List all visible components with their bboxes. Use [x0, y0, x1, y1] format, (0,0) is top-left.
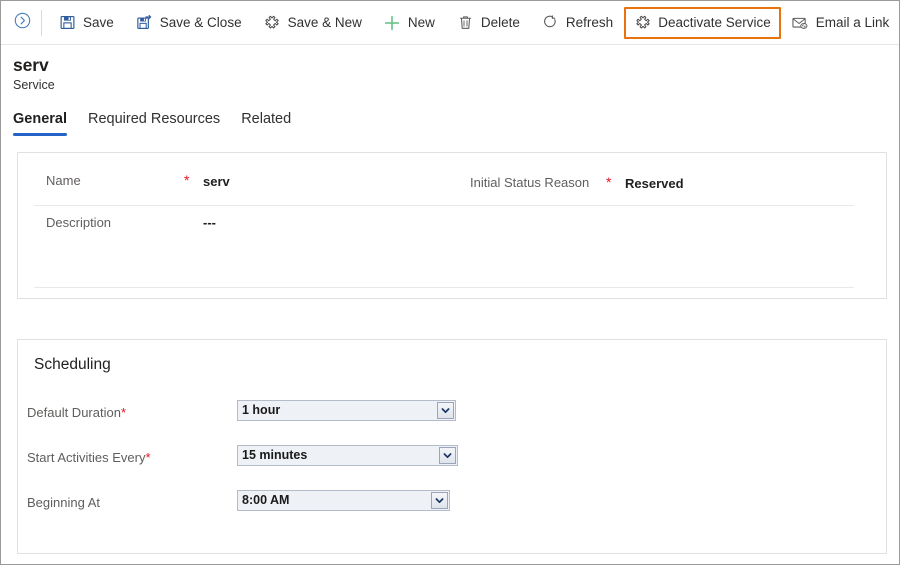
- name-field-value[interactable]: serv: [203, 174, 230, 189]
- trash-icon: [457, 14, 474, 31]
- default-duration-label: Default Duration*: [27, 405, 126, 420]
- record-header: serv Service: [13, 55, 55, 94]
- refresh-button[interactable]: Refresh: [531, 7, 624, 39]
- tab-required-resources[interactable]: Required Resources: [88, 111, 220, 136]
- default-duration-value: 1 hour: [242, 403, 281, 417]
- save-and-close-icon: [136, 14, 153, 31]
- email-a-link-button[interactable]: Email a Link: [781, 7, 899, 39]
- new-button-label: New: [407, 15, 435, 30]
- save-button[interactable]: Save: [48, 7, 125, 39]
- save-and-new-label: Save & New: [287, 15, 362, 30]
- field-section-bottom-divider: [34, 287, 854, 288]
- chevron-down-icon[interactable]: [431, 492, 448, 509]
- beginning-at-label: Beginning At: [27, 495, 100, 510]
- plus-icon: [384, 14, 401, 31]
- name-field-label: Name: [46, 173, 81, 188]
- delete-button-label: Delete: [480, 15, 520, 30]
- tab-general-label: General: [13, 111, 67, 127]
- description-field-value[interactable]: ---: [203, 215, 216, 230]
- deactivate-service-button[interactable]: Deactivate Service: [624, 6, 781, 39]
- beginning-at-select[interactable]: 8:00 AM: [237, 490, 450, 511]
- start-activities-every-label: Start Activities Every*: [27, 450, 151, 465]
- command-bar: Save Save & Close Save & New New Delete …: [1, 1, 899, 45]
- default-duration-label-text: Default Duration: [27, 405, 121, 420]
- form-tabs: General Required Resources Related: [13, 111, 291, 136]
- chevron-down-icon[interactable]: [439, 447, 456, 464]
- tab-related-label: Related: [241, 111, 292, 127]
- start-activities-every-required-star: *: [145, 450, 151, 465]
- chevron-right-circle-icon: [14, 12, 31, 34]
- start-activities-every-select[interactable]: 15 minutes: [237, 445, 458, 466]
- record-entity-name: Service: [13, 78, 55, 92]
- deactivate-icon: [634, 14, 651, 31]
- general-section-card: Name * serv Initial Status Reason * Rese…: [17, 152, 887, 299]
- scheduling-section-card: Scheduling Default Duration* 1 hour Star…: [17, 339, 887, 554]
- save-and-close-button[interactable]: Save & Close: [125, 7, 253, 39]
- name-required-star: *: [184, 172, 190, 188]
- save-and-close-label: Save & Close: [159, 15, 242, 30]
- initial-status-reason-value[interactable]: Reserved: [625, 176, 684, 191]
- tab-active-underline: [13, 133, 67, 136]
- refresh-button-label: Refresh: [565, 15, 614, 30]
- default-duration-required-star: *: [120, 405, 127, 420]
- chevron-down-icon[interactable]: [437, 402, 454, 419]
- email-link-icon: [792, 14, 809, 31]
- save-and-new-button[interactable]: Save & New: [253, 7, 373, 39]
- initial-status-reason-required-star: *: [606, 174, 612, 190]
- deactivate-service-label: Deactivate Service: [658, 15, 771, 30]
- start-activities-every-value: 15 minutes: [242, 448, 308, 462]
- scheduling-section-title: Scheduling: [34, 356, 111, 373]
- description-field-label: Description: [46, 215, 112, 230]
- tab-related[interactable]: Related: [241, 111, 291, 136]
- tab-required-resources-label: Required Resources: [88, 111, 221, 127]
- field-row-divider: [34, 205, 854, 206]
- expand-panel-button[interactable]: [5, 6, 39, 40]
- default-duration-select[interactable]: 1 hour: [237, 400, 456, 421]
- save-button-label: Save: [83, 15, 114, 30]
- beginning-at-label-text: Beginning At: [27, 495, 101, 510]
- save-floppy-icon: [59, 14, 76, 31]
- beginning-at-value: 8:00 AM: [242, 493, 290, 507]
- toolbar-divider: [41, 9, 42, 36]
- page-title: serv: [13, 55, 49, 75]
- initial-status-reason-label: Initial Status Reason: [470, 175, 590, 190]
- new-button[interactable]: New: [373, 7, 446, 39]
- refresh-icon: [542, 14, 559, 31]
- service-record-form: Save Save & Close Save & New New Delete …: [0, 0, 900, 565]
- delete-button[interactable]: Delete: [446, 7, 531, 39]
- email-a-link-label: Email a Link: [815, 15, 890, 30]
- start-activities-every-label-text: Start Activities Every: [27, 450, 146, 465]
- save-and-new-icon: [264, 14, 281, 31]
- tab-general[interactable]: General: [13, 111, 67, 136]
